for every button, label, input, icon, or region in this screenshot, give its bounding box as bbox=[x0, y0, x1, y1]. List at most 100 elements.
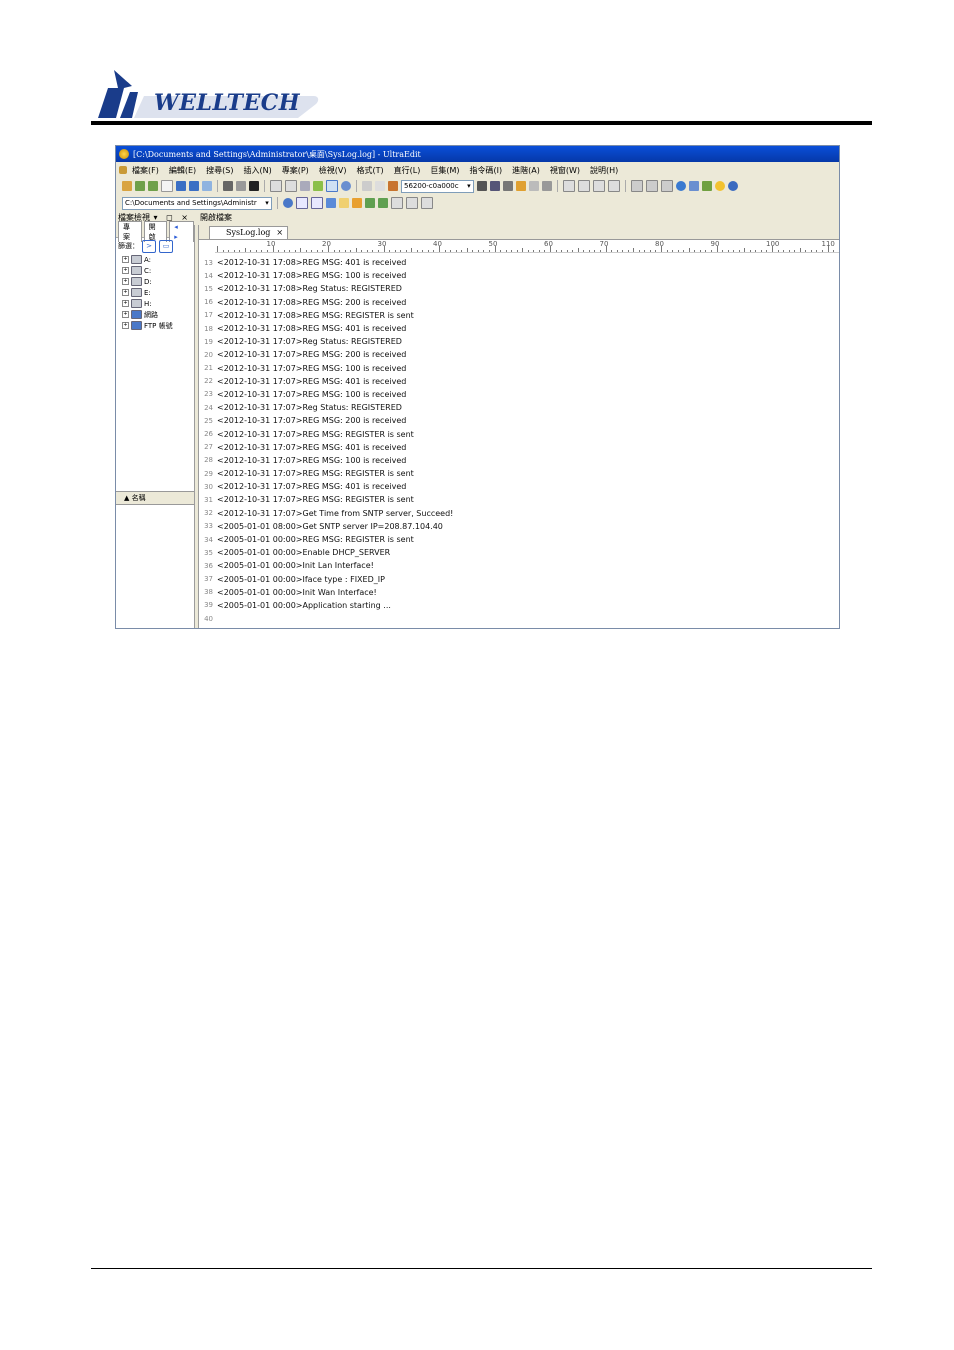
line-numbers-icon[interactable] bbox=[326, 180, 338, 192]
menu-help[interactable]: 說明(H) bbox=[585, 165, 623, 176]
text-line[interactable]: 39 <2005-01-01 00:00>Application starting… bbox=[199, 599, 839, 612]
menu-format[interactable]: 格式(T) bbox=[352, 165, 389, 176]
encoding-select[interactable]: 56200-c0a000c bbox=[401, 179, 474, 193]
list-icon[interactable] bbox=[405, 197, 418, 209]
text-line[interactable]: 36 <2005-01-01 00:00>Init Lan Interface! bbox=[199, 559, 839, 572]
menu-edit[interactable]: 編輯(E) bbox=[164, 165, 201, 176]
hex-icon[interactable] bbox=[300, 181, 310, 191]
folder-icon[interactable] bbox=[351, 198, 362, 208]
column-mode-icon[interactable] bbox=[285, 180, 297, 192]
text-line[interactable]: 21 <2012-10-31 17:07>REG MSG: 100 is rece… bbox=[199, 362, 839, 375]
forward-icon[interactable] bbox=[148, 181, 158, 191]
text-line[interactable]: 28 <2012-10-31 17:07>REG MSG: 100 is rece… bbox=[199, 454, 839, 467]
align-right-icon[interactable] bbox=[592, 180, 605, 192]
folder-open-button[interactable]: ▭ bbox=[159, 239, 173, 253]
text-line[interactable]: 24 <2012-10-31 17:07>Reg Status: REGISTER… bbox=[199, 401, 839, 414]
text-line[interactable]: 31 <2012-10-31 17:07>REG MSG: REGISTER is… bbox=[199, 493, 839, 506]
bookmark-icon[interactable] bbox=[515, 181, 526, 191]
window-list-icon[interactable] bbox=[660, 180, 673, 192]
find-next-icon[interactable] bbox=[489, 181, 500, 191]
document-icon[interactable] bbox=[119, 166, 127, 174]
cascade-icon[interactable] bbox=[630, 180, 643, 192]
tab-project[interactable]: 專案 bbox=[118, 220, 142, 242]
text-line[interactable]: 25 <2012-10-31 17:07>REG MSG: 200 is rece… bbox=[199, 414, 839, 427]
text-line[interactable]: 26 <2012-10-31 17:07>REG MSG: REGISTER is… bbox=[199, 427, 839, 440]
text-line[interactable]: 40 bbox=[199, 612, 839, 625]
browser-icon[interactable] bbox=[688, 181, 699, 191]
expand-icon[interactable]: + bbox=[122, 322, 129, 329]
menu-file[interactable]: 檔案(F) bbox=[127, 165, 164, 176]
tree-item-ftp[interactable]: + FTP 帳號 bbox=[116, 320, 194, 331]
compare-icon[interactable] bbox=[541, 181, 552, 191]
text-line[interactable]: 14 <2012-10-31 17:08>REG MSG: 100 is rece… bbox=[199, 269, 839, 282]
tile-icon[interactable] bbox=[645, 180, 658, 192]
align-center-icon[interactable] bbox=[577, 180, 590, 192]
menu-script[interactable]: 指令碼(I) bbox=[465, 165, 508, 176]
refresh-icon[interactable] bbox=[282, 198, 293, 208]
word-icon[interactable] bbox=[295, 197, 308, 209]
ruler-icon[interactable] bbox=[313, 181, 323, 191]
tools-icon[interactable] bbox=[701, 181, 712, 191]
menu-window[interactable]: 視窗(W) bbox=[545, 165, 585, 176]
menu-search[interactable]: 搜尋(S) bbox=[201, 165, 238, 176]
tree-item-a[interactable]: + A: bbox=[116, 254, 194, 265]
tab-open[interactable]: 開啟 bbox=[143, 220, 168, 242]
menu-column[interactable]: 直行(L) bbox=[389, 165, 426, 176]
wrap-icon[interactable] bbox=[270, 180, 282, 192]
text-line[interactable]: 29 <2012-10-31 17:07>REG MSG: REGISTER is… bbox=[199, 467, 839, 480]
close-file-icon[interactable] bbox=[202, 181, 212, 191]
text-line[interactable]: 22 <2012-10-31 17:07>REG MSG: 401 is rece… bbox=[199, 375, 839, 388]
help-icon[interactable] bbox=[727, 181, 738, 191]
path-select[interactable]: C:\Documents and Settings\Administr bbox=[122, 196, 272, 210]
text-line[interactable]: 33 <2005-01-01 08:00>Get SNTP server IP=2… bbox=[199, 520, 839, 533]
ftp-icon[interactable] bbox=[675, 181, 686, 191]
tree-item-network[interactable]: + 網路 bbox=[116, 309, 194, 320]
copy-icon[interactable] bbox=[375, 181, 385, 191]
output-window-icon[interactable] bbox=[390, 197, 403, 209]
name-column-header[interactable]: ▲ 名稱 bbox=[116, 491, 194, 505]
expand-icon[interactable]: + bbox=[122, 300, 129, 307]
text-line[interactable]: 38 <2005-01-01 00:00>Init Wan Interface! bbox=[199, 586, 839, 599]
close-icon[interactable]: × bbox=[276, 228, 283, 237]
text-line[interactable]: 19 <2012-10-31 17:07>Reg Status: REGISTER… bbox=[199, 335, 839, 348]
font-icon[interactable] bbox=[249, 181, 259, 191]
tree-item-c[interactable]: + C: bbox=[116, 265, 194, 276]
text-line[interactable]: 17 <2012-10-31 17:08>REG MSG: REGISTER is… bbox=[199, 309, 839, 322]
expand-icon[interactable]: + bbox=[122, 267, 129, 274]
function-list-icon[interactable] bbox=[325, 198, 336, 208]
expand-icon[interactable]: + bbox=[122, 311, 129, 318]
expand-icon[interactable]: + bbox=[122, 278, 129, 285]
cut-icon[interactable] bbox=[362, 181, 372, 191]
text-line[interactable]: 32 <2012-10-31 17:07>Get Time from SNTP s… bbox=[199, 507, 839, 520]
text-line[interactable]: 23 <2012-10-31 17:07>REG MSG: 100 is rece… bbox=[199, 388, 839, 401]
wordfile-icon[interactable] bbox=[310, 197, 323, 209]
web-icon[interactable] bbox=[341, 181, 351, 191]
align-left-icon[interactable] bbox=[562, 180, 575, 192]
print-icon[interactable] bbox=[223, 181, 233, 191]
new-file-icon[interactable] bbox=[161, 180, 173, 192]
expand-icon[interactable]: + bbox=[122, 256, 129, 263]
text-area[interactable]: 13 <2012-10-31 17:08>REG MSG: 401 is rece… bbox=[199, 253, 839, 625]
tree-item-d[interactable]: + D: bbox=[116, 276, 194, 287]
filter-apply-button[interactable]: > bbox=[142, 239, 156, 253]
text-line[interactable]: 16 <2012-10-31 17:08>REG MSG: 200 is rece… bbox=[199, 296, 839, 309]
text-line[interactable]: 15 <2012-10-31 17:08>Reg Status: REGISTER… bbox=[199, 282, 839, 295]
justify-icon[interactable] bbox=[607, 180, 620, 192]
menu-project[interactable]: 專案(P) bbox=[277, 165, 314, 176]
macro-icon[interactable] bbox=[420, 197, 433, 209]
text-line[interactable]: 35 <2005-01-01 00:00>Enable DHCP_SERVER bbox=[199, 546, 839, 559]
tree-item-h[interactable]: + H: bbox=[116, 298, 194, 309]
text-line[interactable]: 27 <2012-10-31 17:07>REG MSG: 401 is rece… bbox=[199, 441, 839, 454]
menu-view[interactable]: 檢視(V) bbox=[314, 165, 352, 176]
vbs-icon[interactable] bbox=[364, 198, 375, 208]
back-icon[interactable] bbox=[135, 181, 145, 191]
expand-icon[interactable]: + bbox=[122, 289, 129, 296]
find-icon[interactable] bbox=[476, 181, 487, 191]
menu-insert[interactable]: 插入(N) bbox=[238, 165, 276, 176]
tip-icon[interactable] bbox=[714, 181, 725, 191]
save-icon[interactable] bbox=[176, 181, 186, 191]
menu-advanced[interactable]: 進階(A) bbox=[507, 165, 545, 176]
goto-icon[interactable] bbox=[528, 181, 539, 191]
print-preview-icon[interactable] bbox=[236, 181, 246, 191]
replace-icon[interactable] bbox=[502, 181, 513, 191]
